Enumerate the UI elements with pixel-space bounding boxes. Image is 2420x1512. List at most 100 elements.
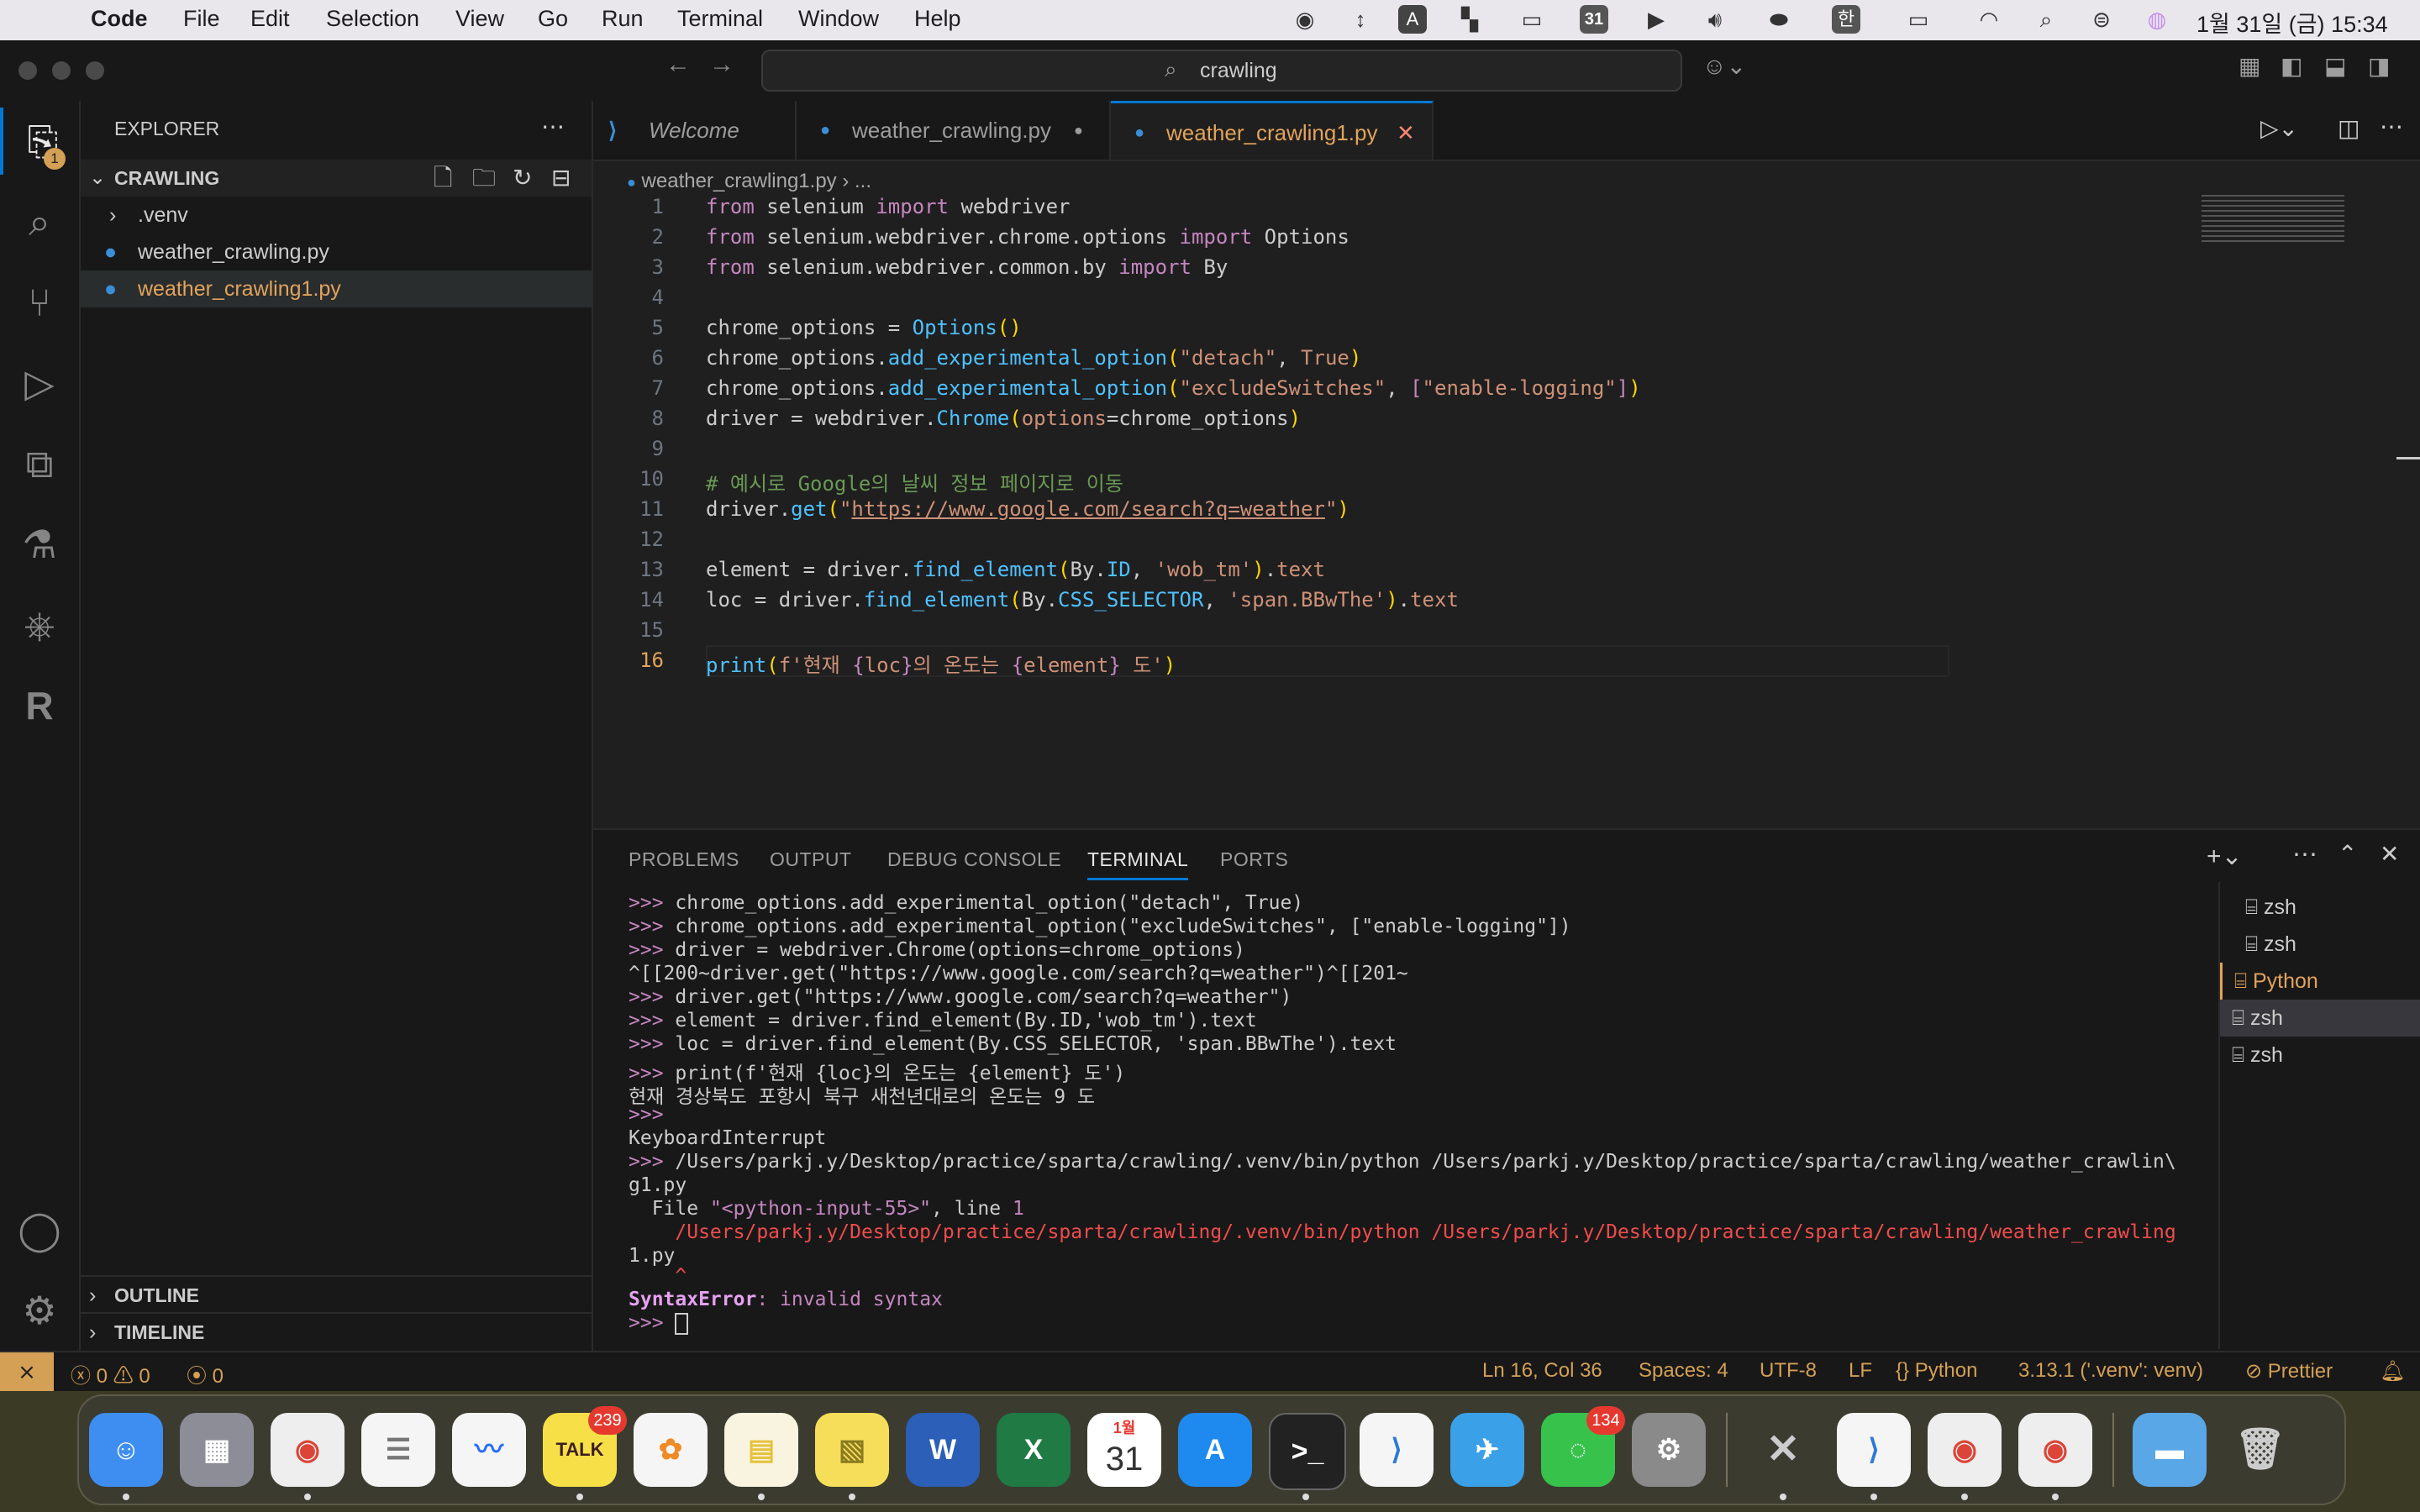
kakaotalk-icon[interactable]: TALK 239 — [543, 1406, 627, 1487]
tab-output[interactable]: OUTPUT — [770, 848, 852, 871]
unsaved-dot-icon[interactable]: ● — [1074, 101, 1083, 160]
vscode-app-icon[interactable]: ⟩ — [1360, 1413, 1434, 1487]
explorer-icon[interactable]: ⎘ 1 — [0, 108, 82, 175]
arrow-updown-icon[interactable]: ↕ — [1346, 5, 1375, 34]
split-editor-icon[interactable]: ◫ — [2338, 114, 2360, 142]
command-center-search[interactable]: ⌕ crawling — [761, 50, 1682, 92]
terminal-list-item[interactable]: ⌸ zsh — [2220, 926, 2420, 963]
chrome-window-icon[interactable]: ◉ — [2018, 1413, 2092, 1487]
menubar-clock[interactable]: 1월 31일 (금) 15:34 — [2196, 6, 2388, 39]
maximize-panel-icon[interactable]: ⌃ — [2338, 840, 2357, 868]
accounts-icon[interactable]: ◯ — [0, 1196, 79, 1263]
folder-icon[interactable]: ▬ — [2133, 1413, 2207, 1487]
refresh-icon[interactable]: ↻ — [513, 160, 532, 197]
breadcrumb-file[interactable]: weather_crawling1.py — [642, 170, 837, 192]
minimap[interactable] — [2202, 195, 2344, 245]
menu-help[interactable]: Help — [914, 6, 961, 32]
python-interpreter[interactable]: 3.13.1 ('.venv': venv) — [2018, 1359, 2203, 1383]
collapse-all-icon[interactable]: ⊟ — [551, 160, 571, 197]
hat-icon[interactable]: ⬬ — [1765, 5, 1793, 34]
wifi-icon[interactable]: ◠ — [1975, 5, 2003, 34]
new-file-icon[interactable]: 🗋 — [434, 160, 453, 197]
menu-run[interactable]: Run — [602, 6, 644, 32]
freeform-icon[interactable]: 〰 — [452, 1413, 526, 1487]
terminal-app-icon[interactable]: >_ — [1269, 1413, 1346, 1490]
tab-ports[interactable]: PORTS — [1220, 848, 1288, 871]
prettier-status[interactable]: ⊘ Prettier — [2245, 1359, 2333, 1383]
end-of-line[interactable]: LF — [1849, 1359, 1872, 1383]
menu-file[interactable]: File — [183, 6, 220, 32]
source-control-icon[interactable]: ⑂ — [0, 269, 79, 336]
zoom-window-button[interactable] — [86, 61, 104, 80]
xquartz-icon[interactable]: ✕ — [1746, 1413, 1820, 1487]
menu-terminal[interactable]: Terminal — [677, 6, 763, 32]
app-store-icon[interactable]: A — [1178, 1413, 1252, 1487]
calendar-icon[interactable]: 1월 31 — [1087, 1413, 1161, 1487]
tab-problems[interactable]: PROBLEMS — [629, 848, 739, 871]
back-arrow-icon[interactable]: ← — [666, 50, 691, 79]
control-center-icon[interactable]: ⊜ — [2087, 5, 2116, 34]
r-language-icon[interactable]: R — [0, 672, 79, 739]
tab-weather-crawling[interactable]: ● weather_crawling.py ● — [797, 101, 1111, 160]
photos-icon[interactable]: ✿ — [634, 1413, 708, 1487]
bird-app-icon[interactable]: ✈ — [1450, 1413, 1524, 1487]
forward-arrow-icon[interactable]: → — [709, 50, 734, 79]
close-window-button[interactable] — [18, 61, 37, 80]
vscode-window-icon[interactable]: ⟩ — [1837, 1413, 1911, 1487]
menu-view[interactable]: View — [455, 6, 504, 32]
indentation[interactable]: Spaces: 4 — [1639, 1359, 1728, 1383]
more-actions-icon[interactable]: ⋯ — [2380, 113, 2403, 140]
encoding[interactable]: UTF-8 — [1760, 1359, 1817, 1383]
calendar-day-icon[interactable]: 31 — [1580, 5, 1608, 34]
toggle-sidebar-icon[interactable]: ◧ — [2281, 52, 2302, 80]
system-settings-icon[interactable]: ⚙ — [1632, 1413, 1706, 1487]
terminal-list-item[interactable]: ⌸ Python — [2220, 963, 2420, 1000]
siri-icon[interactable]: ◍ — [2143, 5, 2171, 34]
menu-edit[interactable]: Edit — [250, 6, 290, 32]
word-icon[interactable]: W — [906, 1413, 980, 1487]
terminal-list-item[interactable]: ⌸ zsh — [2220, 1037, 2420, 1074]
ports-status[interactable]: ⦿ 0 — [187, 1359, 224, 1389]
timeline-section[interactable]: › TIMELINE — [81, 1312, 592, 1351]
battery-icon[interactable]: ▭ — [1897, 5, 1939, 34]
tree-item-weather-crawling1[interactable]: ● weather_crawling1.py — [81, 270, 592, 307]
spotlight-search-icon[interactable]: ⌕ — [2032, 5, 2060, 34]
tab-welcome[interactable]: ⟩ Welcome — [593, 101, 797, 160]
window-grid-icon[interactable]: ▚ — [1455, 5, 1484, 34]
notes-icon[interactable]: ▤ — [724, 1413, 798, 1487]
input-method-icon[interactable]: 한 — [1832, 5, 1860, 34]
chrome-icon[interactable]: ◉ — [271, 1413, 345, 1487]
language-mode[interactable]: {} Python — [1896, 1359, 1977, 1383]
toggle-panel-icon[interactable]: ⬓ — [2324, 52, 2346, 80]
tab-debug-console[interactable]: DEBUG CONSOLE — [887, 848, 1061, 871]
layout-panels-icon[interactable]: ▦ — [2238, 52, 2260, 80]
chrome-window-icon[interactable]: ◉ — [1928, 1413, 2002, 1487]
close-panel-icon[interactable]: ✕ — [2380, 840, 2399, 868]
terminal-list-item[interactable]: ⌸ zsh — [2220, 1000, 2420, 1037]
close-icon[interactable]: ✕ — [1397, 103, 1415, 162]
excel-icon[interactable]: X — [997, 1413, 1071, 1487]
launchpad-icon[interactable]: ▦ — [180, 1413, 254, 1487]
extensions-icon[interactable]: ⧉ — [0, 430, 79, 497]
volume-icon[interactable]: 🔊︎ — [1701, 5, 1729, 34]
recording-icon[interactable]: ◉ — [1291, 5, 1319, 34]
testing-icon[interactable]: ⚗ — [0, 511, 79, 578]
finder-icon[interactable]: ☺ — [89, 1413, 163, 1487]
text-tool-icon[interactable]: A — [1398, 5, 1427, 34]
terminal-output[interactable]: >>> chrome_options.add_experimental_opti… — [593, 882, 2218, 1349]
copilot-icon[interactable]: ☺︎⌄ — [1702, 52, 1746, 80]
messages-icon[interactable]: ◌ 134 — [1541, 1406, 1625, 1487]
notifications-bell-icon[interactable]: 🔔︎ — [2380, 1359, 2405, 1383]
display-icon[interactable]: ▭ — [1518, 5, 1546, 34]
menu-go[interactable]: Go — [538, 6, 568, 32]
tree-item-weather-crawling[interactable]: ● weather_crawling.py — [81, 234, 592, 270]
code-link[interactable]: https://www.google.com/search?q=weather — [851, 497, 1325, 521]
reminders-icon[interactable]: ☰ — [361, 1413, 435, 1487]
minimize-window-button[interactable] — [52, 61, 71, 80]
tree-item-venv[interactable]: › .venv — [81, 197, 592, 234]
problems-status[interactable]: ⓧ 0 ⚠ 0 — [71, 1359, 150, 1389]
menu-window[interactable]: Window — [798, 6, 879, 32]
menu-app-name[interactable]: Code — [91, 6, 148, 32]
more-actions-icon[interactable]: ⋯ — [2292, 840, 2317, 869]
python-icon[interactable]: ⎈ — [0, 591, 79, 659]
